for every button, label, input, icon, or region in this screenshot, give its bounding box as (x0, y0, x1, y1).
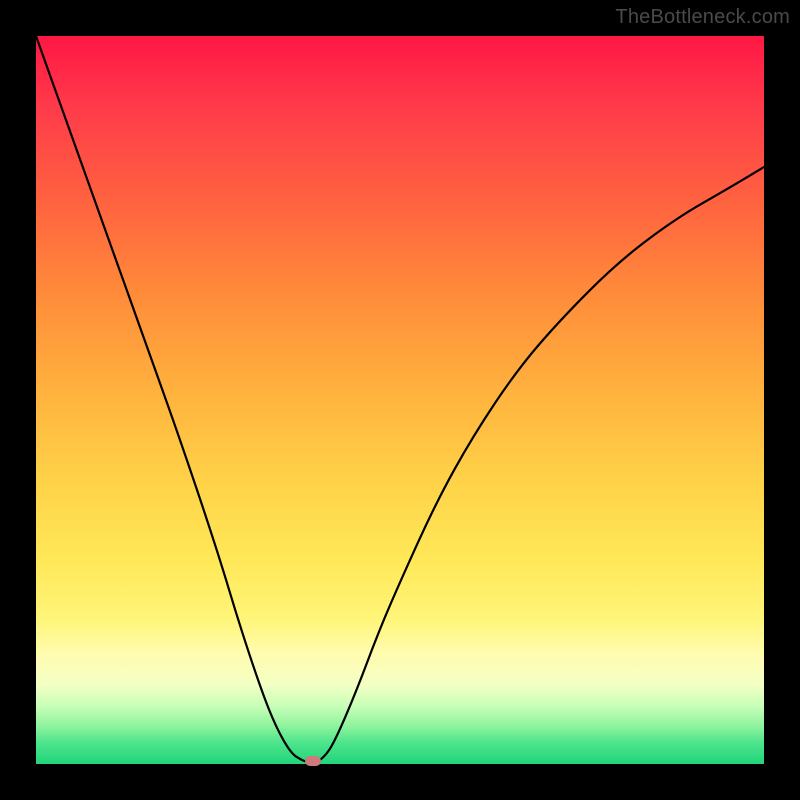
bottleneck-curve (36, 36, 764, 764)
optimal-point-marker (305, 756, 321, 766)
chart-container: TheBottleneck.com (0, 0, 800, 800)
plot-area (36, 36, 764, 764)
watermark-text: TheBottleneck.com (615, 6, 790, 29)
